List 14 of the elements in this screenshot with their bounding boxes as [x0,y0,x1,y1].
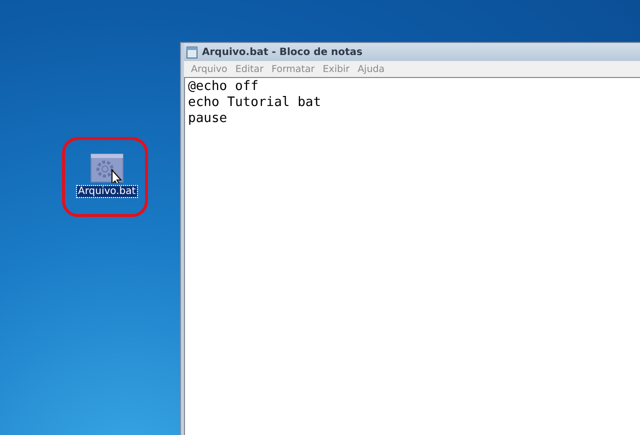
menu-item[interactable]: Ajuda [354,64,389,74]
notepad-icon [186,46,198,58]
menu-item[interactable]: Arquivo [187,64,232,74]
desktop-shortcut[interactable]: Arquivo.bat [77,153,137,197]
code-line: @echo off [188,79,260,95]
window-title: Arquivo.bat - Bloco de notas [202,46,362,58]
gear-file-icon [90,153,124,183]
code-line: echo Tutorial bat [188,95,322,111]
menu-item[interactable]: Exibir [318,64,354,74]
menu-item[interactable]: Editar [231,64,268,74]
menu-item[interactable]: Formatar [268,64,319,74]
file-name: Arquivo.bat [77,186,137,197]
text-area[interactable]: @echo off echo Tutorial bat pause [184,77,640,435]
code-line: pause [188,111,228,127]
